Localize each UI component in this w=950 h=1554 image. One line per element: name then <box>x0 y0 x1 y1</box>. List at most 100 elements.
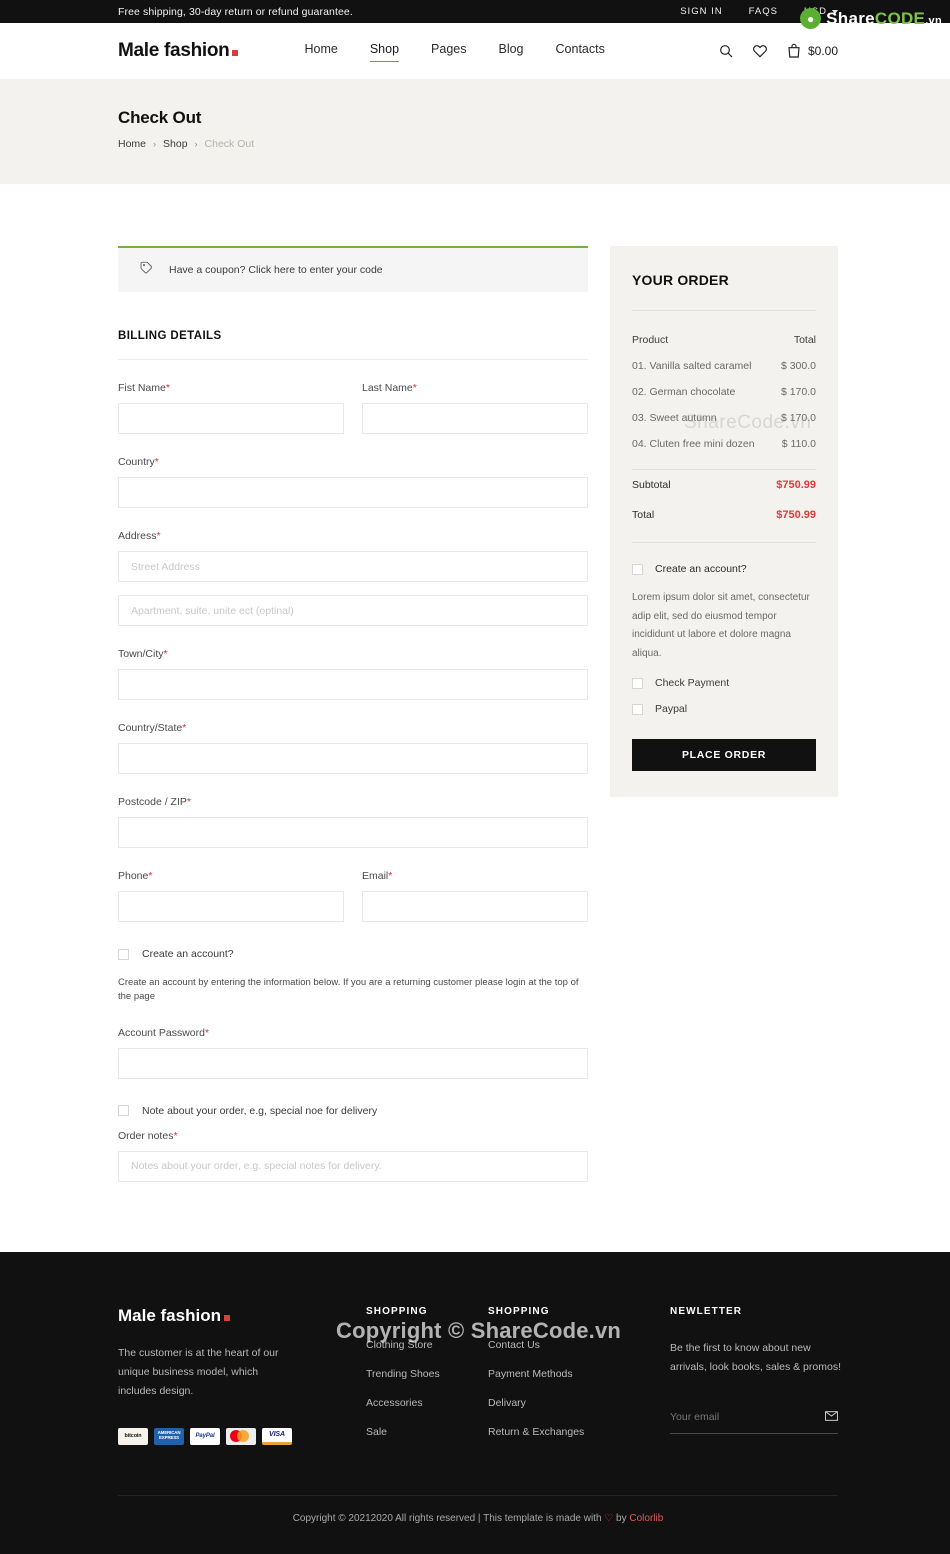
currency-selector[interactable]: USD <box>804 6 838 17</box>
order-create-account-checkbox[interactable] <box>632 563 643 575</box>
top-bar-links: SIGN IN FAQS USD <box>680 6 838 17</box>
coupon-bar[interactable]: Have a coupon? Click here to enter your … <box>118 246 588 292</box>
order-row: 01. Vanilla salted caramel $ 300.0 <box>632 353 816 379</box>
order-divider <box>632 310 816 311</box>
subtotal-value: $750.99 <box>776 479 816 491</box>
postcode-input[interactable] <box>118 817 588 848</box>
cart-total: $0.00 <box>807 44 838 58</box>
create-account-checkbox-row[interactable]: Create an account? <box>118 948 588 960</box>
order-item-price: $ 170.0 <box>780 386 816 398</box>
order-create-account-row[interactable]: Create an account? <box>632 563 816 575</box>
payment-cards: bitcoin AMERICAN EXPRESS PayPal VISA <box>118 1427 366 1445</box>
country-state-input[interactable] <box>118 743 588 774</box>
total-row: Total $750.99 <box>632 500 816 530</box>
footer-column-title: SHOPPING <box>366 1305 428 1317</box>
name-row: Fist Name* Last Name* <box>118 360 588 434</box>
country-group: Country* <box>118 456 588 508</box>
address-label: Address* <box>118 530 161 542</box>
last-name-input[interactable] <box>362 403 588 434</box>
nav-item-contacts[interactable]: Contacts <box>556 42 605 60</box>
paypal-label: Paypal <box>655 703 688 715</box>
order-title: YOUR ORDER <box>632 272 729 288</box>
breadcrumb-item-shop[interactable]: Shop <box>163 138 188 150</box>
order-item-name: 02. German chocolate <box>632 386 736 398</box>
order-notes-input[interactable] <box>118 1150 588 1182</box>
town-city-label: Town/City* <box>118 648 168 660</box>
total-label: Total <box>632 509 655 521</box>
order-item-price: $ 110.0 <box>781 438 816 450</box>
first-name-input[interactable] <box>118 403 344 434</box>
site-logo[interactable]: Male fashion <box>118 40 239 62</box>
phone-input[interactable] <box>118 891 344 922</box>
account-password-input[interactable] <box>118 1047 588 1079</box>
heart-icon[interactable] <box>752 43 768 59</box>
faqs-link[interactable]: FAQS <box>749 6 778 17</box>
postcode-label: Postcode / ZIP* <box>118 796 191 808</box>
top-bar: Free shipping, 30-day return or refund g… <box>0 0 950 23</box>
billing-column: Have a coupon? Click here to enter your … <box>118 246 588 1182</box>
footer-shopping-column-2: SHOPPING Contact Us Payment Methods Deli… <box>488 1306 670 1455</box>
footer-link[interactable]: Contact Us <box>488 1339 670 1351</box>
country-state-label: Country/State* <box>118 722 187 734</box>
nav-item-blog[interactable]: Blog <box>498 42 523 60</box>
check-payment-checkbox[interactable] <box>632 677 643 689</box>
nav-item-pages[interactable]: Pages <box>431 42 466 60</box>
town-city-input[interactable] <box>118 669 588 700</box>
paypal-card-icon: PayPal <box>190 1427 220 1445</box>
footer-bottom: Copyright © 20212020 All rights reserved… <box>118 1494 838 1524</box>
paypal-checkbox[interactable] <box>632 703 643 715</box>
footer-link[interactable]: Trending Shoes <box>366 1368 488 1380</box>
order-item-price: $ 170.0 <box>780 412 816 424</box>
newsletter-email-input[interactable] <box>670 1410 825 1423</box>
check-payment-label: Check Payment <box>655 677 730 689</box>
search-icon[interactable] <box>718 43 734 59</box>
visa-card-icon: VISA <box>262 1427 292 1445</box>
newsletter-submit-button[interactable] <box>825 1409 838 1424</box>
footer-newsletter-column: NEWLETTER Be the first to know about new… <box>670 1306 842 1455</box>
order-row: 03. Sweet autumn $ 170.0 <box>632 405 816 431</box>
order-item-name: 01. Vanilla salted caramel <box>632 360 752 372</box>
nav-item-shop[interactable]: Shop <box>369 42 400 62</box>
newsletter-title: NEWLETTER <box>670 1305 743 1317</box>
order-table: Product Total 01. Vanilla salted caramel… <box>632 327 816 457</box>
cart-button[interactable]: $0.00 <box>786 43 838 59</box>
sign-in-link[interactable]: SIGN IN <box>680 6 722 17</box>
footer-link[interactable]: Return & Exchanges <box>488 1426 670 1438</box>
shopping-bag-icon <box>786 43 802 59</box>
nav-item-home[interactable]: Home <box>304 42 337 60</box>
email-input[interactable] <box>362 891 588 922</box>
footer-link[interactable]: Clothing Store <box>366 1339 488 1351</box>
last-name-group: Last Name* <box>362 382 588 434</box>
country-input[interactable] <box>118 477 588 508</box>
logo-dot-icon <box>232 50 239 56</box>
account-password-label: Account Password* <box>118 1026 210 1039</box>
address-group: Address* <box>118 530 588 626</box>
copyright-mid: by <box>613 1512 630 1524</box>
copyright-text: Copyright © 20212020 All rights reserved… <box>118 1513 838 1524</box>
order-note-checkbox-row[interactable]: Note about your order, e.g, special noe … <box>118 1105 588 1117</box>
footer-link[interactable]: Sale <box>366 1426 488 1438</box>
newsletter-text: Be the first to know about new arrivals,… <box>670 1341 841 1373</box>
payment-option-check[interactable]: Check Payment <box>632 677 816 689</box>
town-city-group: Town/City* <box>118 648 588 700</box>
footer-link[interactable]: Delivary <box>488 1397 670 1409</box>
apartment-input[interactable] <box>118 595 588 626</box>
create-account-help: Create an account by entering the inform… <box>118 977 579 1003</box>
order-notes-label: Order notes* <box>118 1129 178 1142</box>
logo-dot-icon <box>223 1314 230 1321</box>
breadcrumb-item-home[interactable]: Home <box>118 138 146 150</box>
payment-option-paypal[interactable]: Paypal <box>632 703 816 715</box>
heart-icon: ♡ <box>604 1512 614 1524</box>
breadcrumb: Home › Shop › Check Out <box>118 138 832 150</box>
footer-shopping-column-1: SHOPPING Clothing Store Trending Shoes A… <box>366 1306 488 1455</box>
order-col-product: Product <box>632 334 669 346</box>
tag-icon <box>140 261 153 279</box>
footer-link[interactable]: Accessories <box>366 1397 488 1409</box>
street-address-input[interactable] <box>118 551 588 582</box>
colorlib-link[interactable]: Colorlib <box>629 1513 663 1524</box>
create-account-checkbox[interactable] <box>118 948 129 960</box>
footer-link[interactable]: Payment Methods <box>488 1368 670 1380</box>
order-note-checkbox[interactable] <box>118 1105 129 1116</box>
footer-logo[interactable]: Male fashion <box>118 1306 366 1326</box>
place-order-button[interactable]: PLACE ORDER <box>632 739 816 771</box>
